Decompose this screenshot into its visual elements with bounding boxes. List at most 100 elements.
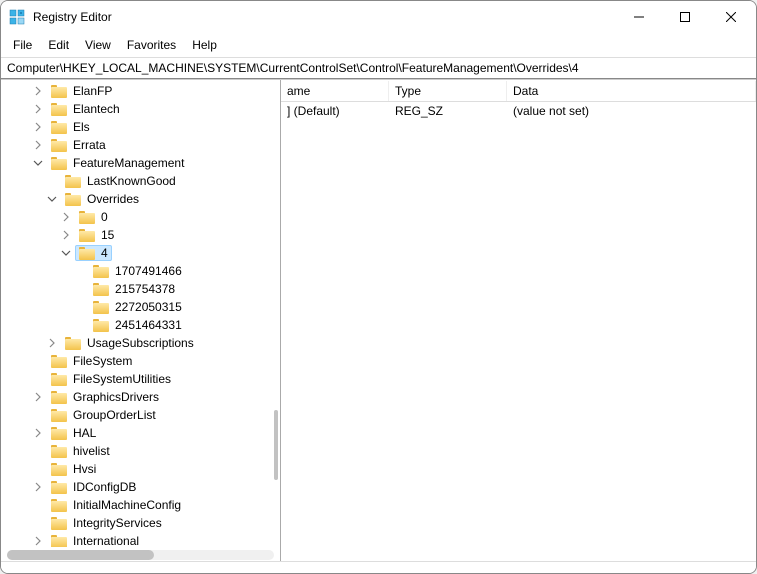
tree-node-label: Els bbox=[71, 120, 92, 134]
minimize-button[interactable] bbox=[616, 1, 662, 33]
tree-node-elanfp[interactable]: ElanFP bbox=[1, 82, 280, 100]
tree-node-label: UsageSubscriptions bbox=[85, 336, 196, 350]
regedit-app-icon bbox=[9, 9, 25, 25]
value-name-text: ] (Default) bbox=[287, 104, 340, 118]
folder-icon bbox=[93, 301, 109, 314]
registry-editor-window: Registry Editor File Edit View Favorites… bbox=[0, 0, 757, 574]
folder-icon bbox=[79, 247, 95, 260]
chevron-right-icon[interactable] bbox=[61, 230, 75, 240]
value-type-cell: REG_SZ bbox=[389, 103, 507, 119]
folder-icon bbox=[93, 283, 109, 296]
maximize-icon bbox=[680, 12, 690, 22]
tree-node-international[interactable]: International bbox=[1, 532, 280, 547]
tree-node-label: Errata bbox=[71, 138, 108, 152]
chevron-right-icon[interactable] bbox=[61, 212, 75, 222]
tree-node-1707491466[interactable]: 1707491466 bbox=[1, 262, 280, 280]
chevron-right-icon[interactable] bbox=[33, 482, 47, 492]
chevron-down-icon[interactable] bbox=[61, 248, 75, 258]
tree-node-usagesubscriptions[interactable]: UsageSubscriptions bbox=[1, 334, 280, 352]
tree-node-0[interactable]: 0 bbox=[1, 208, 280, 226]
tree-node-label: GroupOrderList bbox=[71, 408, 158, 422]
tree-node-errata[interactable]: Errata bbox=[1, 136, 280, 154]
menu-help[interactable]: Help bbox=[184, 35, 225, 55]
tree-node-hal[interactable]: HAL bbox=[1, 424, 280, 442]
tree-node-label: 2272050315 bbox=[113, 300, 184, 314]
tree-node-2272050315[interactable]: 2272050315 bbox=[1, 298, 280, 316]
tree-node-label: Elantech bbox=[71, 102, 122, 116]
menu-edit[interactable]: Edit bbox=[40, 35, 77, 55]
chevron-right-icon[interactable] bbox=[33, 392, 47, 402]
folder-icon bbox=[51, 481, 67, 494]
tree-node-overrides[interactable]: Overrides bbox=[1, 190, 280, 208]
tree-node-label: IDConfigDB bbox=[71, 480, 138, 494]
tree-node-filesystem[interactable]: FileSystem bbox=[1, 352, 280, 370]
tree-node-label: 2451464331 bbox=[113, 318, 184, 332]
tree-node-idconfigdb[interactable]: IDConfigDB bbox=[1, 478, 280, 496]
tree-node-elantech[interactable]: Elantech bbox=[1, 100, 280, 118]
values-list[interactable]: ] (Default)REG_SZ(value not set) bbox=[281, 102, 756, 120]
tree-node-label: International bbox=[71, 534, 141, 547]
menu-file[interactable]: File bbox=[5, 35, 40, 55]
tree-node-2451464331[interactable]: 2451464331 bbox=[1, 316, 280, 334]
chevron-down-icon[interactable] bbox=[47, 194, 61, 204]
folder-icon bbox=[79, 229, 95, 242]
folder-icon bbox=[51, 445, 67, 458]
value-row[interactable]: ] (Default)REG_SZ(value not set) bbox=[281, 102, 756, 120]
tree-node-label: hivelist bbox=[71, 444, 112, 458]
close-button[interactable] bbox=[708, 1, 754, 33]
tree-node-label: FileSystem bbox=[71, 354, 134, 368]
tree-node-label: FileSystemUtilities bbox=[71, 372, 173, 386]
folder-icon bbox=[51, 463, 67, 476]
tree-vertical-scrollbar[interactable] bbox=[274, 410, 278, 480]
folder-icon bbox=[51, 85, 67, 98]
chevron-right-icon[interactable] bbox=[33, 104, 47, 114]
tree-node-label: Overrides bbox=[85, 192, 141, 206]
tree-node-initialmachineconfig[interactable]: InitialMachineConfig bbox=[1, 496, 280, 514]
tree-node-filesystemutilities[interactable]: FileSystemUtilities bbox=[1, 370, 280, 388]
chevron-down-icon[interactable] bbox=[33, 158, 47, 168]
folder-icon bbox=[51, 535, 67, 548]
tree-node-215754378[interactable]: 215754378 bbox=[1, 280, 280, 298]
tree-node-els[interactable]: Els bbox=[1, 118, 280, 136]
folder-icon bbox=[51, 139, 67, 152]
chevron-right-icon[interactable] bbox=[33, 536, 47, 546]
chevron-right-icon[interactable] bbox=[47, 338, 61, 348]
folder-icon bbox=[51, 517, 67, 530]
chevron-right-icon[interactable] bbox=[33, 428, 47, 438]
registry-tree[interactable]: ElanFP Elantech Els Errata FeatureManagement… bbox=[1, 80, 280, 547]
tree-node-label: IntegrityServices bbox=[71, 516, 164, 530]
folder-icon bbox=[51, 409, 67, 422]
tree-hscroll-thumb[interactable] bbox=[7, 550, 154, 560]
column-header-data[interactable]: Data bbox=[507, 81, 756, 101]
content-area: ElanFP Elantech Els Errata FeatureManagement… bbox=[1, 79, 756, 561]
tree-node-4[interactable]: 4 bbox=[1, 244, 280, 262]
folder-icon bbox=[93, 319, 109, 332]
tree-node-hivelist[interactable]: hivelist bbox=[1, 442, 280, 460]
tree-horizontal-scrollbar[interactable] bbox=[7, 549, 274, 561]
tree-node-integrityservices[interactable]: IntegrityServices bbox=[1, 514, 280, 532]
maximize-button[interactable] bbox=[662, 1, 708, 33]
tree-node-hvsi[interactable]: Hvsi bbox=[1, 460, 280, 478]
tree-node-featuremanagement[interactable]: FeatureManagement bbox=[1, 154, 280, 172]
tree-node-15[interactable]: 15 bbox=[1, 226, 280, 244]
tree-node-grouporderlist[interactable]: GroupOrderList bbox=[1, 406, 280, 424]
address-path: Computer\HKEY_LOCAL_MACHINE\SYSTEM\Curre… bbox=[7, 61, 579, 75]
tree-node-graphicsdrivers[interactable]: GraphicsDrivers bbox=[1, 388, 280, 406]
folder-icon bbox=[51, 427, 67, 440]
tree-node-label: 15 bbox=[99, 228, 116, 242]
chevron-right-icon[interactable] bbox=[33, 122, 47, 132]
address-bar[interactable]: Computer\HKEY_LOCAL_MACHINE\SYSTEM\Curre… bbox=[1, 57, 756, 79]
menu-view[interactable]: View bbox=[77, 35, 119, 55]
folder-icon bbox=[51, 391, 67, 404]
tree-node-label: GraphicsDrivers bbox=[71, 390, 161, 404]
close-icon bbox=[726, 12, 736, 22]
tree-node-lastknowngood[interactable]: LastKnownGood bbox=[1, 172, 280, 190]
value-name-cell: ] (Default) bbox=[281, 103, 389, 119]
menu-favorites[interactable]: Favorites bbox=[119, 35, 184, 55]
minimize-icon bbox=[634, 12, 644, 22]
chevron-right-icon[interactable] bbox=[33, 140, 47, 150]
chevron-right-icon[interactable] bbox=[33, 86, 47, 96]
column-header-type[interactable]: Type bbox=[389, 81, 507, 101]
column-header-name[interactable]: ame bbox=[281, 81, 389, 101]
tree-node-label: 4 bbox=[99, 246, 110, 260]
